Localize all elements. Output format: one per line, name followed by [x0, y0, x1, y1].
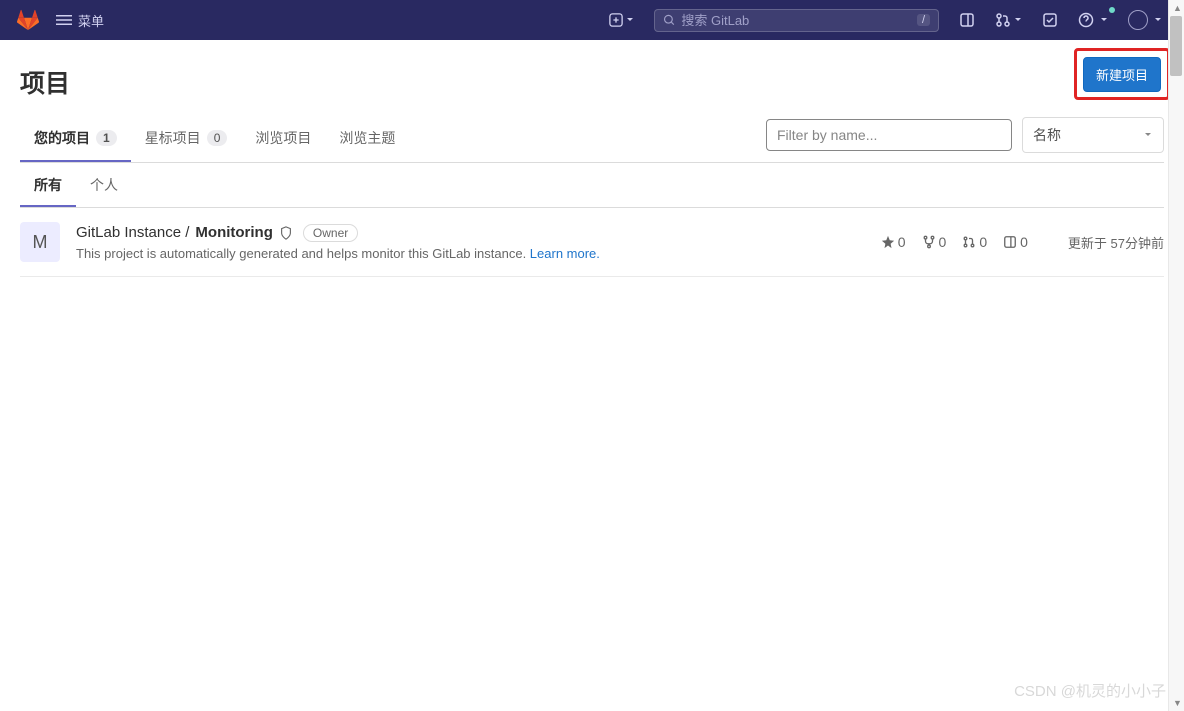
merge-request-icon: [962, 235, 976, 249]
project-stats: 0 0 0 0: [881, 234, 1028, 250]
role-badge: Owner: [303, 224, 358, 242]
search-shortcut: /: [917, 14, 930, 26]
new-project-button[interactable]: 新建项目: [1083, 57, 1161, 92]
issues-link[interactable]: [953, 8, 981, 32]
menu-toggle[interactable]: 菜单: [56, 11, 104, 30]
add-dropdown[interactable]: [603, 9, 640, 31]
tab-explore-topics[interactable]: 浏览主题: [325, 116, 409, 162]
star-icon: [881, 235, 895, 249]
project-name[interactable]: Monitoring: [195, 224, 272, 241]
search-input[interactable]: [681, 13, 917, 28]
highlight-annotation: 新建项目: [1074, 48, 1170, 100]
gitlab-logo[interactable]: [16, 8, 40, 32]
issues-icon: [1003, 235, 1017, 249]
page-body: 项目 新建项目 您的项目 1 星标项目 0 浏览项目 浏览主题 名称 所有 个人…: [0, 40, 1184, 277]
sub-tab-all[interactable]: 所有: [20, 163, 76, 207]
fork-icon: [922, 235, 936, 249]
learn-more-link[interactable]: Learn more.: [530, 246, 600, 261]
starred-projects-count: 0: [207, 130, 228, 146]
scrollbar[interactable]: ▲ ▼: [1168, 0, 1184, 711]
user-avatar: [1128, 10, 1148, 30]
search-icon: [663, 13, 675, 27]
menu-label: 菜单: [78, 11, 104, 30]
watermark: CSDN @机灵的小小子: [1014, 680, 1166, 701]
notification-dot: [1109, 7, 1115, 13]
project-row[interactable]: M GitLab Instance / Monitoring Owner Thi…: [20, 208, 1164, 277]
project-updated-at: 更新于 57分钟前: [1068, 233, 1164, 252]
navbar: 菜单 /: [0, 0, 1184, 40]
sort-dropdown[interactable]: 名称: [1022, 117, 1164, 153]
issues-stat[interactable]: 0: [1003, 234, 1028, 250]
merge-requests-stat[interactable]: 0: [962, 234, 987, 250]
page-title: 项目: [20, 64, 70, 100]
your-projects-count: 1: [96, 130, 117, 146]
stars-stat[interactable]: 0: [881, 234, 906, 250]
chevron-down-icon: [1143, 130, 1153, 140]
sub-tab-personal[interactable]: 个人: [76, 163, 132, 207]
forks-stat[interactable]: 0: [922, 234, 947, 250]
help-dropdown[interactable]: [1072, 8, 1114, 32]
scroll-down-icon: ▼: [1173, 698, 1182, 708]
project-avatar: M: [20, 222, 60, 262]
tab-explore-projects[interactable]: 浏览项目: [241, 116, 325, 162]
filter-input[interactable]: [766, 119, 1012, 151]
project-info: GitLab Instance / Monitoring Owner This …: [76, 224, 865, 261]
project-namespace[interactable]: GitLab Instance /: [76, 224, 189, 241]
scroll-up-icon: ▲: [1173, 3, 1182, 13]
scrollbar-thumb[interactable]: [1170, 16, 1182, 76]
tab-your-projects[interactable]: 您的项目 1: [20, 116, 131, 162]
tab-starred-projects[interactable]: 星标项目 0: [131, 116, 242, 162]
project-description: This project is automatically generated …: [76, 246, 865, 261]
page-header: 项目: [20, 56, 1164, 114]
user-menu[interactable]: [1122, 6, 1168, 34]
merge-requests-link[interactable]: [989, 8, 1028, 32]
shield-icon: [279, 226, 293, 240]
search-box[interactable]: /: [654, 9, 939, 32]
todo-link[interactable]: [1036, 8, 1064, 32]
sub-tabs: 所有 个人: [20, 163, 1164, 208]
main-tabs: 您的项目 1 星标项目 0 浏览项目 浏览主题 名称: [20, 114, 1164, 163]
